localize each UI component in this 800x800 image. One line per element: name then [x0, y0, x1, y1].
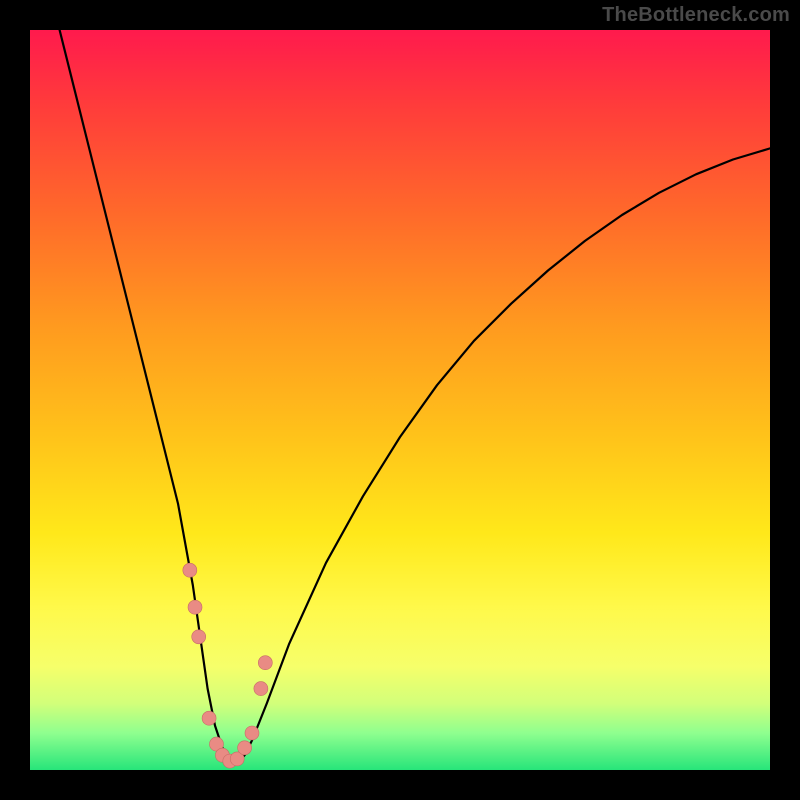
watermark-text: TheBottleneck.com [602, 4, 790, 27]
chart-frame: TheBottleneck.com [0, 0, 800, 800]
curve-svg [30, 30, 770, 770]
marker-group [183, 563, 272, 768]
plot-area [30, 30, 770, 770]
bottleneck-curve [60, 30, 770, 763]
